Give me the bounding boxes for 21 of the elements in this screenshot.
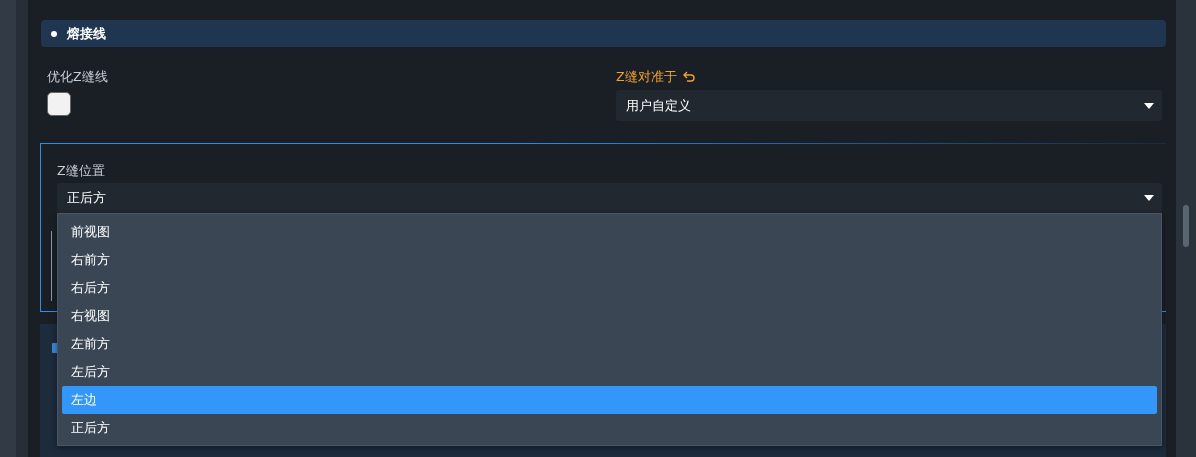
dropdown-option[interactable]: 左后方 [62,358,1157,386]
dropdown-option[interactable]: 左前方 [62,330,1157,358]
field-label: 优化Z缝线 [47,68,108,85]
field-label: Z缝对准于 [616,68,677,85]
dropdown-option[interactable]: 右视图 [62,302,1157,330]
dropdown-option[interactable]: 前视图 [62,218,1157,246]
square-icon [52,343,60,353]
dropdown-select[interactable]: 正后方 [57,183,1162,213]
dropdown-option[interactable]: 正后方 [62,414,1157,442]
dropdown-select[interactable]: 用户自定义 [616,90,1162,121]
scrollbar-thumb[interactable] [1183,205,1189,247]
scrollbar[interactable] [1176,0,1196,457]
dropdown-option[interactable]: 右前方 [62,246,1157,274]
bullet-icon [51,30,57,37]
caret-icon [1144,102,1154,109]
caret-icon [1144,195,1154,201]
undo-icon[interactable] [682,71,695,82]
dropdown-option[interactable]: 右后方 [62,274,1157,302]
checkbox[interactable] [47,92,71,116]
field-label: Z缝位置 [57,163,105,178]
section-title: 熔接线 [67,24,106,43]
